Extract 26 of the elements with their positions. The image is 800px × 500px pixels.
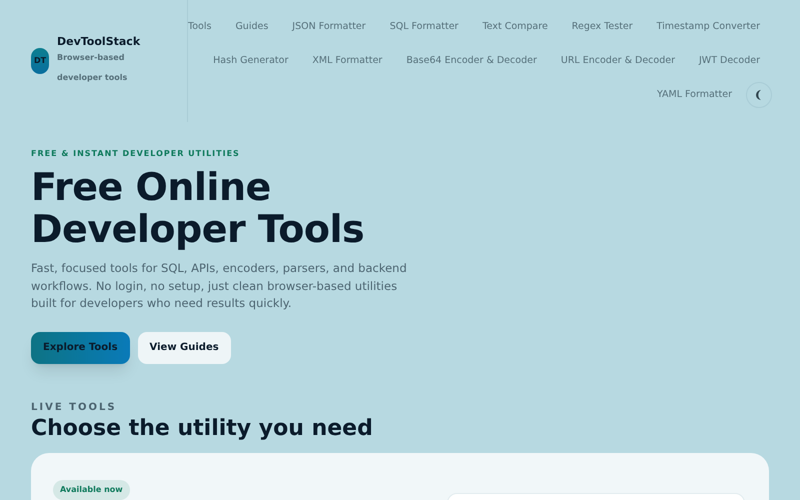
nav-link[interactable]: Base64 Encoder & Decoder	[406, 54, 537, 68]
explore-button[interactable]: Explore Tools	[31, 332, 130, 364]
logo-badge: DT	[31, 48, 49, 74]
status-badge: Available now	[53, 480, 130, 500]
nav-link[interactable]: JSON Formatter	[292, 20, 366, 34]
nav-link[interactable]: XML Formatter	[312, 54, 382, 68]
theme-toggle-button[interactable]	[746, 82, 772, 108]
nav-link[interactable]: Guides	[235, 20, 268, 34]
nav-link[interactable]: Timestamp Converter	[656, 20, 760, 34]
nav-link[interactable]: JWT Decoder	[699, 54, 760, 68]
guides-button[interactable]: View Guides	[138, 332, 231, 364]
moon-icon	[755, 90, 763, 100]
nav-link[interactable]: Text Compare	[482, 20, 548, 34]
brand-tagline: Browser-based developer tools	[57, 52, 128, 84]
nav-link[interactable]: YAML Formatter	[656, 88, 732, 102]
hero-description: Fast, focused tools for SQL, APIs, encoders, parsers, and backend workflows. No login, no setup, just clean browser-based utilities built for developers who need results quickly.	[31, 260, 408, 312]
brand-name: DevToolStack	[57, 34, 140, 50]
hero-eyebrow: FREE & INSTANT DEVELOPER UTILITIES	[31, 148, 241, 160]
nav-link[interactable]: Hash Generator	[213, 54, 288, 68]
nav-link[interactable]: Regex Tester	[572, 20, 633, 34]
section-heading: Choose the utility you need	[31, 414, 374, 442]
nav-link[interactable]: URL Encoder & Decoder	[560, 54, 675, 68]
nav-link[interactable]: SQL Formatter	[390, 20, 458, 34]
hero-title: Free Online Developer Tools	[31, 166, 366, 250]
nav-link[interactable]: Tools	[188, 20, 212, 34]
section-eyebrow: LIVE TOOLS	[31, 400, 118, 414]
